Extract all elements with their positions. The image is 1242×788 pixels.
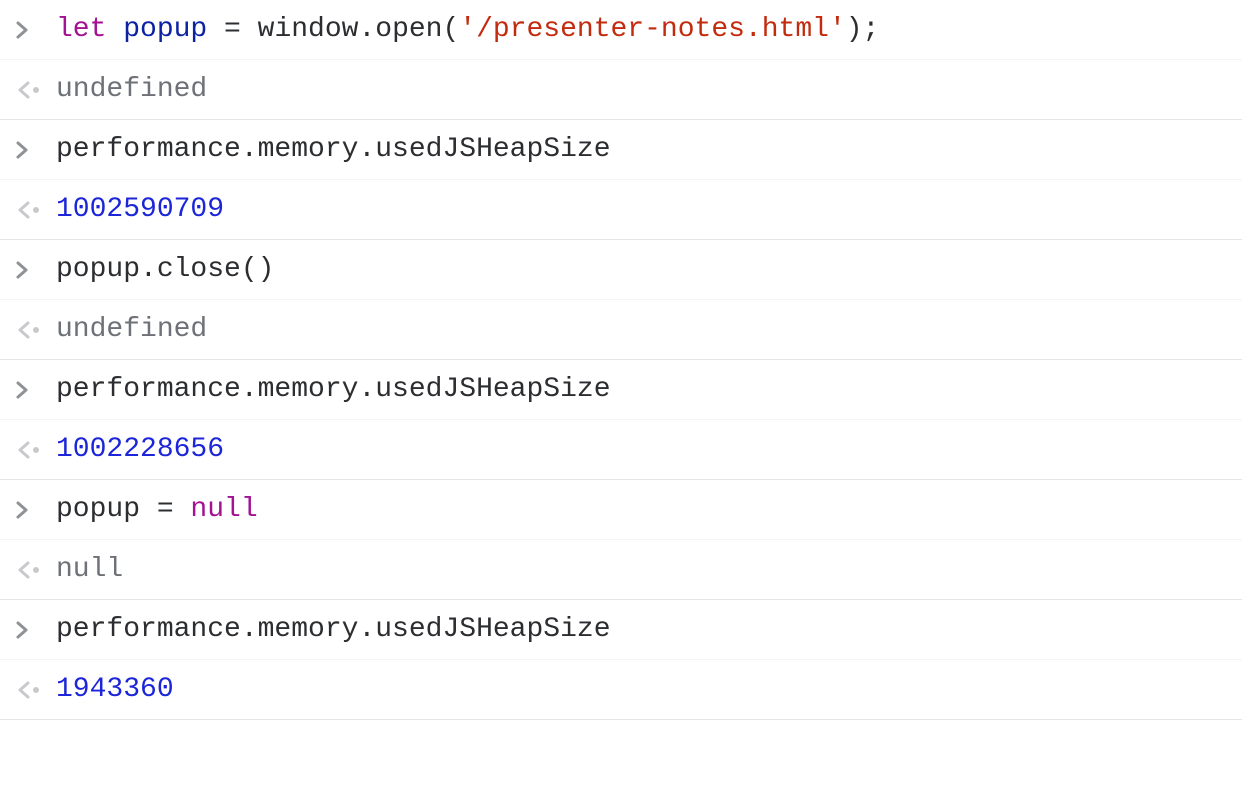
output-return-icon (10, 200, 56, 220)
input-prompt-icon (10, 500, 56, 520)
console-input-row[interactable]: performance.memory.usedJSHeapSize (0, 600, 1242, 660)
console-output-row: null (0, 540, 1242, 600)
console-input-text: performance.memory.usedJSHeapSize (56, 374, 1232, 405)
devtools-console[interactable]: let popup = window.open('/presenter-note… (0, 0, 1242, 720)
code-token: '/presenter-notes.html' (459, 14, 845, 45)
console-output-text: 1943360 (56, 674, 1232, 705)
console-input-text: popup = null (56, 494, 1232, 525)
code-token: popup = (56, 494, 190, 525)
console-output-row: undefined (0, 60, 1242, 120)
code-token: popup (123, 14, 207, 45)
input-prompt-icon (10, 140, 56, 160)
console-output-row: 1002590709 (0, 180, 1242, 240)
input-prompt-icon (10, 620, 56, 640)
output-return-icon (10, 80, 56, 100)
code-token: null (56, 554, 123, 585)
output-return-icon (10, 560, 56, 580)
console-output-text: null (56, 554, 1232, 585)
console-output-text: 1002228656 (56, 434, 1232, 465)
console-input-text: let popup = window.open('/presenter-note… (56, 14, 1232, 45)
code-token: 1943360 (56, 674, 174, 705)
console-input-row[interactable]: popup.close() (0, 240, 1242, 300)
console-input-text: performance.memory.usedJSHeapSize (56, 134, 1232, 165)
console-input-row[interactable]: performance.memory.usedJSHeapSize (0, 120, 1242, 180)
console-output-row: 1943360 (0, 660, 1242, 720)
console-output-text: 1002590709 (56, 194, 1232, 225)
code-token: performance.memory.usedJSHeapSize (56, 614, 611, 645)
output-return-icon (10, 440, 56, 460)
console-input-row[interactable]: performance.memory.usedJSHeapSize (0, 360, 1242, 420)
console-output-text: undefined (56, 314, 1232, 345)
code-token: let (56, 14, 123, 45)
console-input-row[interactable]: popup = null (0, 480, 1242, 540)
code-token: performance.memory.usedJSHeapSize (56, 374, 611, 405)
console-output-row: 1002228656 (0, 420, 1242, 480)
code-token: undefined (56, 314, 207, 345)
console-input-text: popup.close() (56, 254, 1232, 285)
console-input-row[interactable]: let popup = window.open('/presenter-note… (0, 0, 1242, 60)
code-token: 1002590709 (56, 194, 224, 225)
console-output-text: undefined (56, 74, 1232, 105)
console-input-text: performance.memory.usedJSHeapSize (56, 614, 1232, 645)
code-token: 1002228656 (56, 434, 224, 465)
input-prompt-icon (10, 20, 56, 40)
console-output-row: undefined (0, 300, 1242, 360)
output-return-icon (10, 680, 56, 700)
code-token: = window.open( (207, 14, 459, 45)
input-prompt-icon (10, 380, 56, 400)
input-prompt-icon (10, 260, 56, 280)
code-token: null (190, 494, 257, 525)
output-return-icon (10, 320, 56, 340)
code-token: popup.close() (56, 254, 274, 285)
code-token: ); (846, 14, 880, 45)
code-token: performance.memory.usedJSHeapSize (56, 134, 611, 165)
code-token: undefined (56, 74, 207, 105)
